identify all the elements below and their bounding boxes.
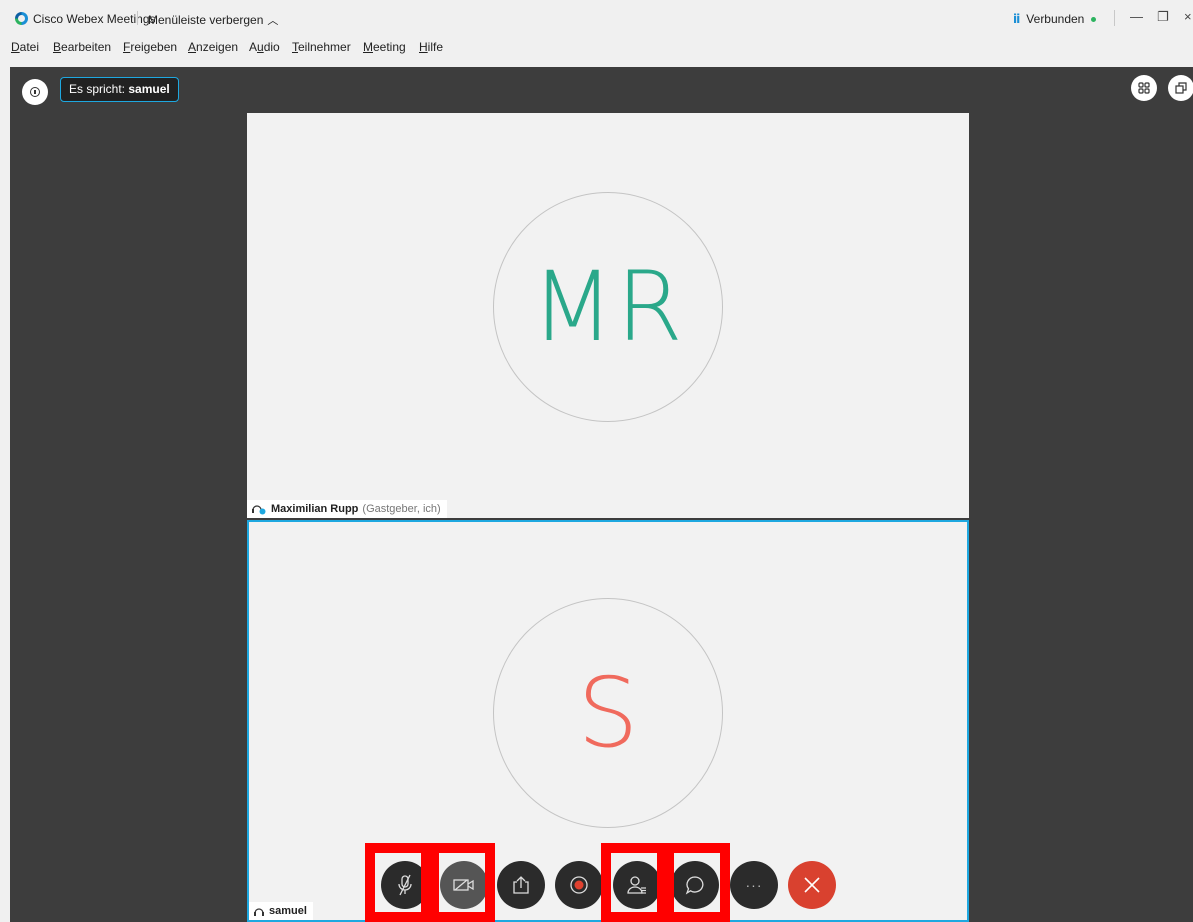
chat-button[interactable]	[671, 861, 719, 909]
connection-icon: ⅱ	[1013, 12, 1021, 26]
participant-role: (Gastgeber, ich)	[362, 503, 441, 515]
connection-status-label: Verbunden	[1026, 12, 1085, 26]
chevron-up-icon: ︿	[267, 15, 279, 27]
menu-audio-label: Au	[249, 40, 264, 54]
avatar-host: MR	[493, 192, 723, 422]
participants-button[interactable]	[613, 861, 661, 909]
speaker-name: samuel	[128, 82, 170, 96]
connected-dot-icon	[1091, 17, 1097, 23]
grid-icon	[1138, 82, 1150, 94]
camera-off-icon	[453, 879, 474, 891]
video-tile-active-speaker[interactable]: S samuel	[247, 520, 969, 922]
menu-bearbeiten[interactable]: Bearbeiten	[53, 40, 111, 54]
grid-layout-button[interactable]	[1131, 75, 1157, 101]
participant-name-tag: samuel	[249, 902, 313, 920]
participant-name: samuel	[269, 905, 307, 917]
more-options-button[interactable]: ···	[730, 861, 778, 909]
meeting-info-button[interactable]	[22, 79, 48, 105]
window-controls-separator	[1114, 10, 1115, 26]
menu-bar: Datei Bearbeiten Freigeben Anzeigen Audi…	[0, 36, 1193, 56]
restore-icon[interactable]: ❐	[1157, 9, 1169, 25]
record-icon	[570, 876, 588, 894]
menu-freigeben[interactable]: Freigeben	[123, 40, 177, 54]
menu-teilnehmer[interactable]: Teilnehmer	[292, 40, 351, 54]
active-speaker-badge: Es spricht: samuel	[60, 77, 179, 102]
audio-speaking-icon	[252, 505, 266, 515]
pop-out-button[interactable]	[1168, 75, 1193, 101]
close-icon[interactable]: ×	[1184, 9, 1192, 24]
participant-name-tag: Maximilian Rupp (Gastgeber, ich)	[247, 500, 447, 518]
menu-datei[interactable]: Datei	[11, 40, 39, 54]
speaker-prefix: Es spricht:	[69, 82, 126, 96]
share-button[interactable]	[497, 861, 545, 909]
webex-logo-icon	[15, 12, 28, 25]
title-separator	[137, 11, 138, 25]
menu-anzeigen[interactable]: Anzeigen	[188, 40, 238, 54]
more-icon: ···	[745, 877, 763, 893]
avatar-initials: S	[577, 657, 639, 769]
chat-icon	[685, 876, 704, 895]
video-button[interactable]	[440, 861, 488, 909]
title-bar: Cisco Webex Meetings Menüleiste verberge…	[0, 0, 1193, 34]
participants-icon	[627, 876, 646, 894]
share-icon	[513, 876, 529, 894]
microphone-muted-icon	[398, 874, 412, 896]
hide-menu-label: Menüleiste verbergen	[148, 13, 264, 27]
minimize-icon[interactable]: —	[1130, 9, 1143, 24]
video-tile-host[interactable]: MR Maximilian Rupp (Gastgeber, ich)	[247, 113, 969, 518]
close-icon	[804, 877, 820, 893]
menu-audio[interactable]: Audio	[249, 40, 280, 54]
hide-menu-button[interactable]: Menüleiste verbergen ︿	[148, 12, 278, 28]
connection-status[interactable]: ⅱ Verbunden	[1013, 12, 1097, 26]
info-icon	[30, 87, 40, 97]
participant-name: Maximilian Rupp	[271, 503, 359, 515]
avatar-samuel: S	[493, 598, 723, 828]
pop-out-icon	[1175, 82, 1187, 94]
leave-meeting-button[interactable]	[788, 861, 836, 909]
headset-icon	[254, 908, 264, 916]
avatar-initials: MR	[531, 251, 685, 363]
record-button[interactable]	[555, 861, 603, 909]
menu-hilfe[interactable]: Hilfe	[419, 40, 443, 54]
mute-button[interactable]	[381, 861, 429, 909]
menu-meeting[interactable]: Meeting	[363, 40, 406, 54]
